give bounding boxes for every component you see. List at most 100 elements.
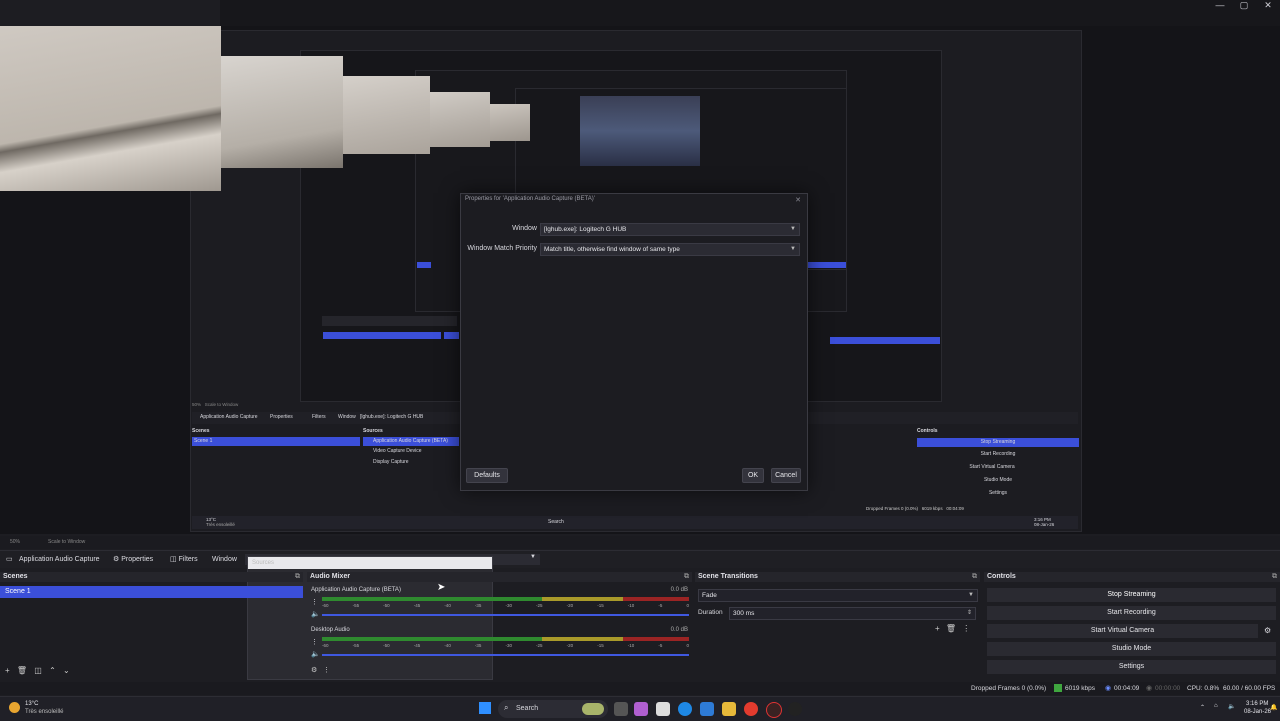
webcam-capture-nested-2 bbox=[343, 76, 430, 154]
ghub-icon[interactable] bbox=[788, 702, 802, 716]
defaults-button[interactable]: Defaults bbox=[466, 468, 508, 483]
windows-start-icon[interactable] bbox=[479, 702, 491, 714]
undock-icon[interactable]: ⧉ bbox=[1272, 573, 1277, 581]
studio-mode-button[interactable]: Studio Mode bbox=[987, 642, 1276, 656]
edge-icon[interactable] bbox=[678, 702, 692, 716]
ok-button[interactable]: OK bbox=[742, 468, 764, 483]
meter-ticks: -60 -55 -50 -45 -40 -35 -30 -25 -20 -15 -10 -5 0 bbox=[322, 603, 689, 608]
task-view-icon[interactable] bbox=[614, 702, 628, 716]
nested-start-virtual-camera: Start Virtual Camera bbox=[969, 464, 1015, 470]
chevron-down-icon: ▼ bbox=[790, 226, 796, 232]
add-icon[interactable]: + bbox=[5, 666, 10, 675]
chevron-up-icon[interactable]: ⌃ bbox=[1200, 704, 1205, 711]
close-icon[interactable]: ✕ bbox=[1256, 0, 1280, 12]
trash-icon[interactable]: 🗑 bbox=[946, 624, 956, 633]
undock-icon[interactable]: ⧉ bbox=[972, 573, 977, 581]
gear-icon[interactable]: ⚙ bbox=[311, 667, 317, 674]
mail-icon[interactable] bbox=[700, 702, 714, 716]
nested-stop-streaming: Stop Streaming bbox=[917, 438, 1079, 447]
transition-actions: + 🗑 ⋮ bbox=[935, 624, 970, 633]
notification-icon[interactable]: 🔔 bbox=[1270, 704, 1277, 711]
weather-temp[interactable]: 13°C bbox=[25, 701, 38, 707]
window-select[interactable]: [lghub.exe]: Logitech G HUB ▼ bbox=[540, 223, 800, 236]
undock-icon[interactable]: ⧉ bbox=[684, 573, 689, 581]
priority-select[interactable]: Match title, otherwise find window of sa… bbox=[540, 243, 800, 256]
gear-icon[interactable]: ⚙ bbox=[1264, 626, 1271, 635]
volume-slider[interactable] bbox=[322, 654, 689, 656]
speaker-icon[interactable]: 🔈 bbox=[311, 650, 320, 658]
up-icon[interactable]: ⌃ bbox=[49, 666, 56, 675]
scenes-title: Scenes bbox=[0, 572, 303, 582]
filters-button[interactable]: ◫ Filters bbox=[170, 553, 198, 566]
more-icon[interactable]: ⋮ bbox=[311, 638, 318, 646]
scene-item[interactable]: Scene 1 bbox=[0, 586, 303, 598]
rec-time: 00:00:00 bbox=[1155, 685, 1181, 692]
weather-icon[interactable] bbox=[9, 702, 20, 713]
trash-icon[interactable]: 🗑 bbox=[17, 666, 27, 675]
duration-label: Duration bbox=[698, 609, 723, 616]
minimize-icon[interactable]: — bbox=[1208, 0, 1232, 12]
signal-icon bbox=[1054, 684, 1062, 692]
weather-desc[interactable]: Très ensoleillé bbox=[25, 709, 63, 715]
nested-scene-small bbox=[323, 332, 441, 339]
more-icon[interactable]: ⋮ bbox=[311, 598, 318, 606]
kbps: 6019 kbps bbox=[1065, 685, 1095, 692]
scenes-dock: Scenes ⧉ Scene 1 + 🗑 ◫ ⌃ ⌄ bbox=[0, 572, 303, 680]
nested-source-3: Display Capture bbox=[373, 459, 409, 465]
dialog-title: Properties for 'Application Audio Captur… bbox=[465, 196, 595, 202]
live-time: 00:04:09 bbox=[1114, 685, 1140, 692]
scale-mode[interactable]: Scale to Window bbox=[48, 539, 85, 545]
cancel-button[interactable]: Cancel bbox=[771, 468, 801, 483]
window-controls: — ▢ ✕ bbox=[1208, 0, 1280, 12]
duration-field[interactable]: 300 ms ⇕ bbox=[729, 607, 976, 620]
search-icon: ⌕ bbox=[504, 703, 509, 712]
chevron-down-icon: ▼ bbox=[530, 554, 536, 560]
stepper-icon: ⇕ bbox=[966, 610, 972, 616]
status-bar: Dropped Frames 0 (0.0%) 6019 kbps ◉ 00:0… bbox=[0, 682, 1280, 695]
nested-scenes-title: Scenes bbox=[192, 428, 210, 434]
clock-time[interactable]: 3:16 PM bbox=[1246, 701, 1268, 707]
sources-ghost-header[interactable]: Sources bbox=[248, 557, 492, 569]
stop-streaming-button[interactable]: Stop Streaming bbox=[987, 588, 1276, 602]
speaker-icon[interactable]: 🔈 bbox=[311, 610, 320, 618]
nested-scene-tiny bbox=[417, 262, 431, 268]
more-icon[interactable]: ⋮ bbox=[323, 667, 330, 674]
nested-properties: Properties bbox=[270, 414, 293, 420]
start-recording-button[interactable]: Start Recording bbox=[987, 606, 1276, 620]
nested-preview-tunnel bbox=[580, 96, 700, 166]
taskbar-search[interactable]: ⌕ Search bbox=[498, 700, 608, 718]
volume-meter bbox=[322, 637, 689, 641]
store-icon[interactable] bbox=[656, 702, 670, 716]
more-icon[interactable]: ⋮ bbox=[962, 624, 970, 633]
down-icon[interactable]: ⌄ bbox=[63, 666, 70, 675]
file-explorer-icon[interactable] bbox=[722, 702, 736, 716]
undock-icon[interactable]: ⧉ bbox=[295, 573, 300, 581]
network-icon[interactable]: ⌂ bbox=[1214, 703, 1218, 709]
source-icon: ▭ bbox=[6, 556, 13, 563]
nested-studio-mode: Studio Mode bbox=[983, 477, 1013, 483]
nested-taskbar: 13°C Très ensoleillé Search 3:16 PM 08-J… bbox=[192, 516, 1078, 529]
nested-window-label: Window bbox=[338, 414, 356, 420]
properties-button[interactable]: ⚙ Properties bbox=[113, 553, 153, 566]
filter-icon[interactable]: ◫ bbox=[34, 666, 42, 675]
copilot-icon[interactable] bbox=[634, 702, 648, 716]
add-icon[interactable]: + bbox=[935, 624, 940, 633]
volume-slider[interactable] bbox=[322, 614, 689, 616]
settings-button[interactable]: Settings bbox=[987, 660, 1276, 674]
webcam-capture-nested-4 bbox=[490, 104, 530, 141]
volume-icon[interactable]: 🔈 bbox=[1228, 703, 1235, 710]
clock-date[interactable]: 08-Jan-26 bbox=[1244, 709, 1271, 715]
chrome-icon[interactable] bbox=[744, 702, 758, 716]
nested-scene-1: Scene 1 bbox=[192, 437, 360, 446]
start-virtual-camera-button[interactable]: Start Virtual Camera bbox=[987, 624, 1258, 638]
window-label: Window bbox=[512, 225, 537, 232]
maximize-icon[interactable]: ▢ bbox=[1232, 0, 1256, 12]
volume-meter bbox=[322, 597, 689, 601]
nested-stream-tiny bbox=[808, 262, 846, 268]
nested-source-small bbox=[444, 332, 459, 339]
transition-select[interactable]: Fade ▼ bbox=[698, 589, 978, 602]
scenes-actions: + 🗑 ◫ ⌃ ⌄ bbox=[5, 666, 70, 675]
obs-icon[interactable] bbox=[766, 702, 782, 718]
close-icon[interactable]: ✕ bbox=[795, 196, 801, 204]
zoom-level[interactable]: 50% bbox=[10, 539, 20, 545]
